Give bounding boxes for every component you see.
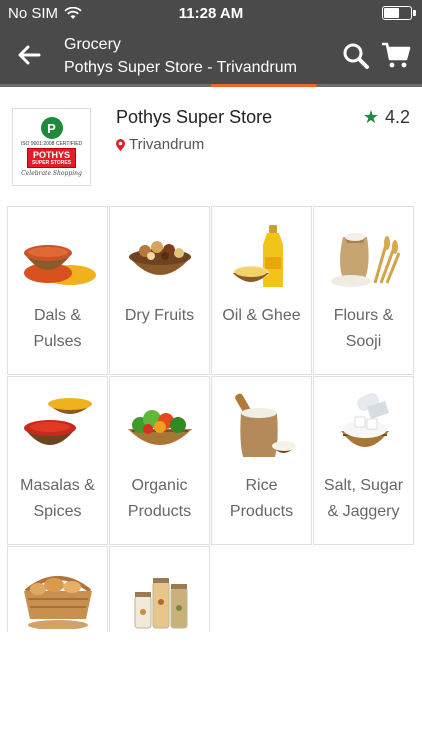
logo-iso-text: ISO 9001:2008 CERTIFIED [20,141,83,147]
logo-brand-name: POTHYS [32,150,70,160]
category-label: Dals & Pulses [33,307,82,350]
category-label: Organic Products [127,477,192,520]
rating-value: 4.2 [384,107,410,127]
star-icon: ★ [362,107,379,127]
dry-fruits-icon [128,241,191,275]
category-label: Masalas & Spices [20,477,95,520]
dals-icon [23,245,96,285]
category-salt-sugar-jaggery[interactable]: Salt, Sugar & Jaggery [313,376,414,545]
store-location-text: Trivandrum [129,136,205,153]
category-dals-pulses[interactable]: Dals & Pulses [7,206,108,375]
location-pin-icon [116,138,125,151]
rice-icon [234,393,296,457]
status-bar: No SIM 11:28 AM [0,0,422,28]
category-label: Rice Products [229,477,294,520]
status-time: 11:28 AM [178,5,244,22]
nav-subtitle: Pothys Super Store - Trivandrum [64,59,297,76]
category-flours-sooji[interactable]: Flours & Sooji [313,206,414,375]
nav-titles: Grocery Pothys Super Store - Trivandrum [64,34,297,80]
search-button[interactable] [342,42,370,70]
category-label: Oil & Ghee [222,307,301,324]
store-logo: P ISO 9001:2008 CERTIFIED POTHYS SUPER S… [12,108,91,186]
oil-ghee-icon [232,225,283,287]
bakery-icon [23,576,92,629]
back-button[interactable] [14,40,44,70]
cart-button[interactable] [380,40,412,70]
cart-icon [382,42,411,68]
logo-emblem: P [40,117,63,139]
store-header: P ISO 9001:2008 CERTIFIED POTHYS SUPER S… [0,87,422,197]
category-label: Salt, Sugar & Jaggery [323,477,404,520]
nav-title: Grocery [64,36,121,53]
back-arrow-icon [18,45,41,65]
category-oil-ghee[interactable]: Oil & Ghee [211,206,312,375]
flour-icon [330,233,400,287]
store-location: Trivandrum [116,136,204,153]
category-organic-products[interactable]: Organic Products [109,376,210,545]
category-label: Flours & Sooji [333,307,394,350]
category-dry-fruits[interactable]: Dry Fruits [109,206,210,375]
store-rating: ★ 4.2 [363,107,410,128]
logo-brand: POTHYS SUPER STORES [26,148,77,168]
organic-icon [127,410,192,445]
salt-sugar-icon [340,392,389,447]
blank-area [0,632,422,750]
logo-brand-sub: SUPER STORES [31,160,72,166]
store-name: Pothys Super Store [116,107,273,127]
masala-icon [23,398,92,445]
logo-tagline: Celebrate Shopping [21,170,82,177]
search-icon [343,43,369,69]
nav-bar: Grocery Pothys Super Store - Trivandrum [0,28,422,84]
category-label: Dry Fruits [124,307,195,324]
category-rice-products[interactable]: Rice Products [211,376,312,545]
jars-icon [134,578,187,629]
battery-icon [382,6,416,20]
category-masalas-spices[interactable]: Masalas & Spices [7,376,108,545]
